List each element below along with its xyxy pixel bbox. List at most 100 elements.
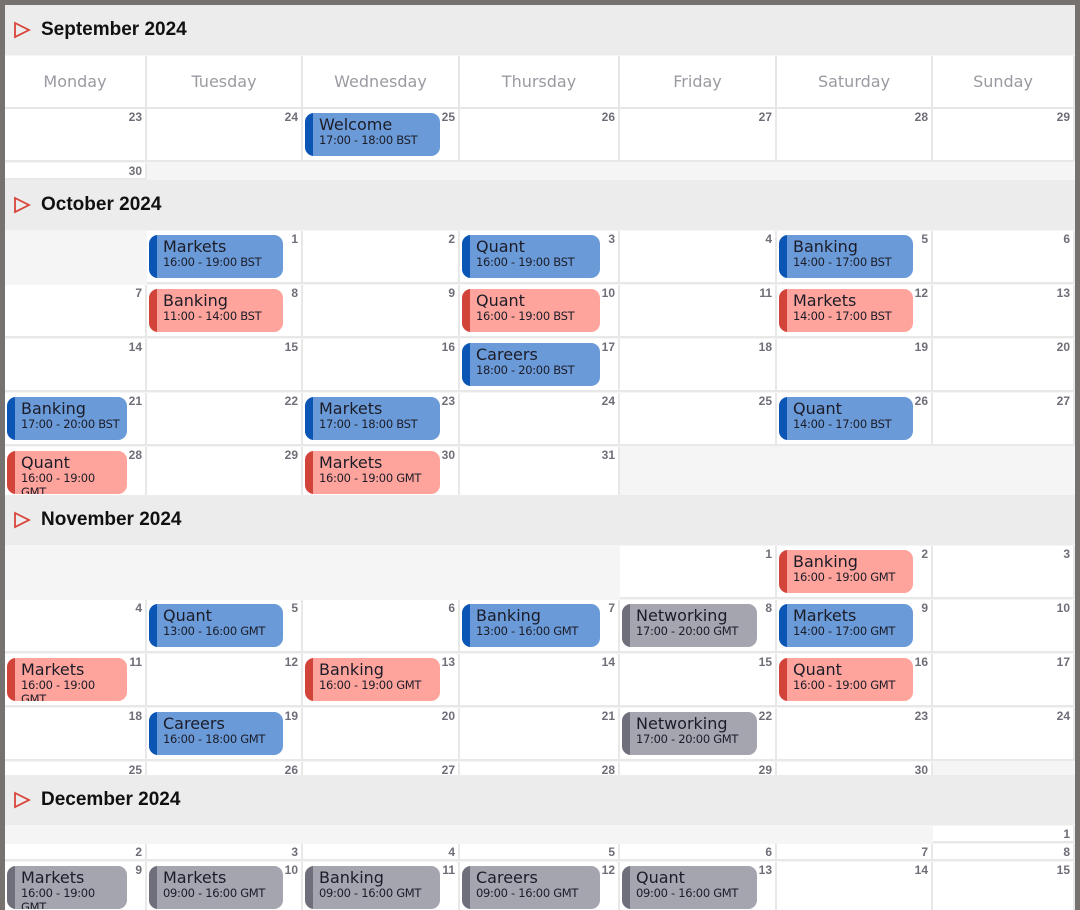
event-chip[interactable]: Markets 14:00 - 17:00 GMT — [779, 604, 913, 647]
day-cell[interactable]: 26 Quant 14:00 - 17:00 BST — [777, 393, 933, 446]
day-cell[interactable]: 12 Careers 09:00 - 16:00 GMT — [460, 862, 620, 910]
day-cell[interactable]: 21 — [460, 708, 620, 761]
month-header[interactable]: October 2024 — [5, 180, 1075, 230]
day-cell[interactable]: 9 — [303, 285, 460, 338]
day-cell[interactable]: 16 — [303, 339, 460, 392]
event-chip[interactable]: Quant 16:00 - 19:00 BST — [462, 235, 600, 278]
event-chip[interactable]: Banking 16:00 - 19:00 GMT — [779, 550, 913, 593]
day-cell[interactable]: 26 — [460, 109, 620, 162]
day-cell[interactable]: 2 — [5, 844, 147, 861]
day-cell[interactable]: 12 — [147, 654, 303, 707]
day-cell[interactable]: 11 — [620, 285, 777, 338]
day-cell[interactable]: 15 — [933, 862, 1075, 910]
day-cell[interactable]: 8 Networking 17:00 - 20:00 GMT — [620, 600, 777, 653]
day-cell[interactable]: 30 Markets 16:00 - 19:00 GMT — [303, 447, 460, 500]
event-chip[interactable]: Careers 18:00 - 20:00 BST — [462, 343, 600, 386]
day-cell[interactable]: 10 Markets 09:00 - 16:00 GMT — [147, 862, 303, 910]
day-cell[interactable]: 1 — [933, 826, 1075, 843]
day-cell[interactable]: 4 — [5, 600, 147, 653]
day-cell[interactable]: 20 — [933, 339, 1075, 392]
event-chip[interactable]: Welcome 17:00 - 18:00 BST — [305, 113, 440, 156]
day-cell[interactable]: 2 Banking 16:00 - 19:00 GMT — [777, 546, 933, 599]
event-chip[interactable]: Careers 16:00 - 18:00 GMT — [149, 712, 283, 755]
day-cell[interactable]: 6 — [933, 231, 1075, 284]
day-cell[interactable]: 29 — [933, 109, 1075, 162]
month-header[interactable]: September 2024 — [5, 5, 1075, 55]
event-chip[interactable]: Markets 16:00 - 19:00 GMT — [7, 866, 127, 909]
day-cell[interactable]: 23 — [777, 708, 933, 761]
event-chip[interactable]: Markets 14:00 - 17:00 BST — [779, 289, 913, 332]
day-cell[interactable]: 16 Quant 16:00 - 19:00 GMT — [777, 654, 933, 707]
day-cell[interactable]: 14 — [777, 862, 933, 910]
day-cell[interactable]: 7 Banking 13:00 - 16:00 GMT — [460, 600, 620, 653]
day-cell[interactable]: 18 — [620, 339, 777, 392]
day-cell[interactable]: 8 — [933, 844, 1075, 861]
day-cell[interactable]: 10 Quant 16:00 - 19:00 BST — [460, 285, 620, 338]
collapse-triangle-icon[interactable] — [5, 21, 41, 39]
day-cell[interactable]: 7 — [777, 844, 933, 861]
day-cell[interactable]: 30 — [5, 163, 147, 180]
day-cell[interactable]: 14 — [460, 654, 620, 707]
day-cell[interactable]: 31 — [460, 447, 620, 500]
event-chip[interactable]: Quant 09:00 - 16:00 GMT — [622, 866, 757, 909]
event-chip[interactable]: Careers 09:00 - 16:00 GMT — [462, 866, 600, 909]
day-cell[interactable]: 8 Banking 11:00 - 14:00 BST — [147, 285, 303, 338]
day-cell[interactable]: 24 — [147, 109, 303, 162]
day-cell[interactable]: 17 Careers 18:00 - 20:00 BST — [460, 339, 620, 392]
day-cell[interactable]: 2 — [303, 231, 460, 284]
day-cell[interactable]: 4 — [303, 844, 460, 861]
event-chip[interactable]: Quant 16:00 - 19:00 BST — [462, 289, 600, 332]
event-chip[interactable]: Banking 13:00 - 16:00 GMT — [462, 604, 600, 647]
day-cell[interactable]: 5 Quant 13:00 - 16:00 GMT — [147, 600, 303, 653]
day-cell[interactable]: 6 — [303, 600, 460, 653]
day-cell[interactable]: 17 — [933, 654, 1075, 707]
day-cell[interactable]: 22 Networking 17:00 - 20:00 GMT — [620, 708, 777, 761]
day-cell[interactable]: 5 Banking 14:00 - 17:00 BST — [777, 231, 933, 284]
event-chip[interactable]: Networking 17:00 - 20:00 GMT — [622, 604, 757, 647]
day-cell[interactable]: 23 Markets 17:00 - 18:00 BST — [303, 393, 460, 446]
event-chip[interactable]: Markets 16:00 - 19:00 GMT — [305, 451, 440, 494]
day-cell[interactable]: 22 — [147, 393, 303, 446]
event-chip[interactable]: Quant 14:00 - 17:00 BST — [779, 397, 913, 440]
day-cell[interactable]: 27 — [620, 109, 777, 162]
day-cell[interactable]: 9 Markets 14:00 - 17:00 GMT — [777, 600, 933, 653]
event-chip[interactable]: Markets 09:00 - 16:00 GMT — [149, 866, 283, 909]
day-cell[interactable]: 3 — [933, 546, 1075, 599]
day-cell[interactable]: 7 — [5, 285, 147, 338]
event-chip[interactable]: Banking 09:00 - 16:00 GMT — [305, 866, 440, 909]
event-chip[interactable]: Banking 17:00 - 20:00 BST — [7, 397, 127, 440]
day-cell[interactable]: 13 — [933, 285, 1075, 338]
event-chip[interactable]: Markets 17:00 - 18:00 BST — [305, 397, 440, 440]
day-cell[interactable]: 1 — [620, 546, 777, 599]
day-cell[interactable]: 13 Banking 16:00 - 19:00 GMT — [303, 654, 460, 707]
collapse-triangle-icon[interactable] — [5, 791, 41, 809]
event-chip[interactable]: Banking 16:00 - 19:00 GMT — [305, 658, 440, 701]
day-cell[interactable]: 27 — [933, 393, 1075, 446]
event-chip[interactable]: Banking 11:00 - 14:00 BST — [149, 289, 283, 332]
day-cell[interactable]: 20 — [303, 708, 460, 761]
day-cell[interactable]: 25 Welcome 17:00 - 18:00 BST — [303, 109, 460, 162]
day-cell[interactable]: 29 — [147, 447, 303, 500]
day-cell[interactable]: 28 Quant 16:00 - 19:00 GMT — [5, 447, 147, 500]
day-cell[interactable]: 4 — [620, 231, 777, 284]
day-cell[interactable]: 15 — [620, 654, 777, 707]
collapse-triangle-icon[interactable] — [5, 511, 41, 529]
day-cell[interactable]: 28 — [777, 109, 933, 162]
day-cell[interactable]: 23 — [5, 109, 147, 162]
event-chip[interactable]: Markets 16:00 - 19:00 BST — [149, 235, 283, 278]
day-cell[interactable]: 14 — [5, 339, 147, 392]
day-cell[interactable]: 25 — [620, 393, 777, 446]
day-cell[interactable]: 3 — [147, 844, 303, 861]
day-cell[interactable]: 6 — [620, 844, 777, 861]
day-cell[interactable]: 3 Quant 16:00 - 19:00 BST — [460, 231, 620, 284]
event-chip[interactable]: Networking 17:00 - 20:00 GMT — [622, 712, 757, 755]
day-cell[interactable]: 11 Banking 09:00 - 16:00 GMT — [303, 862, 460, 910]
day-cell[interactable]: 19 Careers 16:00 - 18:00 GMT — [147, 708, 303, 761]
day-cell[interactable]: 13 Quant 09:00 - 16:00 GMT — [620, 862, 777, 910]
day-cell[interactable]: 1 Markets 16:00 - 19:00 BST — [147, 231, 303, 284]
day-cell[interactable]: 11 Markets 16:00 - 19:00 GMT — [5, 654, 147, 707]
day-cell[interactable]: 21 Banking 17:00 - 20:00 BST — [5, 393, 147, 446]
day-cell[interactable]: 24 — [933, 708, 1075, 761]
collapse-triangle-icon[interactable] — [5, 196, 41, 214]
day-cell[interactable]: 9 Markets 16:00 - 19:00 GMT — [5, 862, 147, 910]
